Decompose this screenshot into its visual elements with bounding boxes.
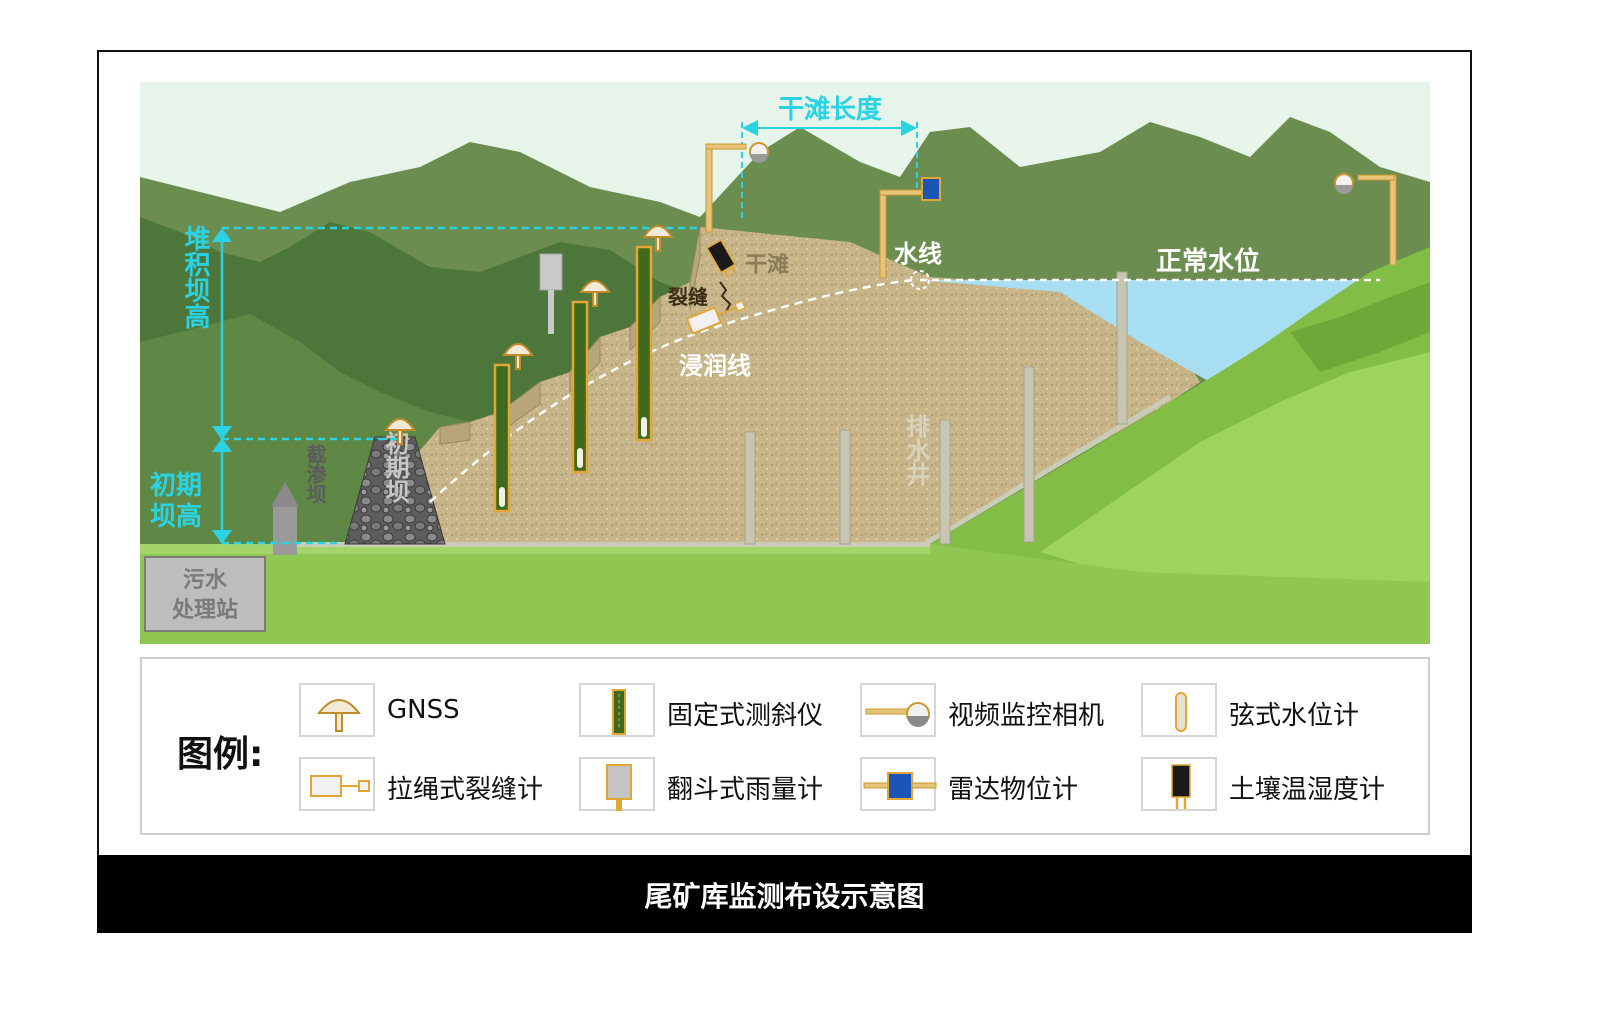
- caption-bar: 尾矿库监测布设示意图: [97, 855, 1472, 933]
- initial-dam-height-label-line1: 初期: [150, 471, 202, 501]
- legend-item-soil-sensor: 土壤温湿度计: [1141, 757, 1411, 813]
- phreatic-line-label: 浸润线: [679, 352, 751, 380]
- inclinometer-icon: [579, 683, 655, 737]
- water-level-meter-icon: [1141, 683, 1217, 737]
- legend-label: GNSS: [387, 695, 460, 725]
- sewage-plant-label-line2: 处理站: [171, 597, 238, 623]
- legend-label: 固定式测斜仪: [667, 701, 824, 731]
- legend-label: 翻斗式雨量计: [667, 775, 824, 805]
- initial-dam-label: 初期坝: [381, 431, 409, 504]
- tailings-dam-scene: 初期坝 截渗坝 污水 处理站 浸润线 正常水位 水线 干滩长度 堆积坝高 初期 …: [140, 82, 1430, 644]
- water-line-label: 水线: [894, 240, 942, 268]
- legend-item-crack-meter: 拉绳式裂缝计: [299, 757, 569, 813]
- radar-level-icon: [860, 757, 937, 811]
- seepage-dam: [273, 507, 297, 555]
- camera-icon: [860, 683, 936, 737]
- sewage-plant-label-line1: 污水: [183, 568, 228, 593]
- legend-item-water-level-meter: 弦式水位计: [1141, 683, 1411, 739]
- crack-meter-icon: [299, 757, 375, 811]
- figure-caption: 尾矿库监测布设示意图: [644, 880, 925, 913]
- legend-item-gnss: GNSS: [299, 683, 569, 739]
- legend-item-radar-level: 雷达物位计: [860, 757, 1130, 813]
- soil-sensor-icon: [1141, 757, 1217, 811]
- legend-label: 拉绳式裂缝计: [387, 775, 544, 805]
- legend-item-camera: 视频监控相机: [860, 683, 1130, 739]
- legend-title: 图例:: [177, 734, 264, 775]
- dry-beach-label: 干滩: [745, 252, 789, 278]
- normal-water-level-label: 正常水位: [1156, 246, 1260, 277]
- dry-beach-length-label: 干滩长度: [778, 94, 882, 125]
- legend-panel: 图例: GNSS 固定式测斜仪 视频监控相机 弦式水位计 拉绳式裂缝计 翻斗式雨…: [140, 657, 1430, 835]
- legend-label: 雷达物位计: [948, 775, 1079, 805]
- gnss-icon: [299, 683, 375, 737]
- crack-label: 裂缝: [668, 285, 708, 309]
- legend-label: 弦式水位计: [1229, 701, 1360, 731]
- initial-dam-height-label-line2: 坝高: [150, 501, 202, 532]
- legend-label: 土壤温湿度计: [1229, 775, 1386, 805]
- seepage-dam-label: 截渗坝: [303, 443, 327, 505]
- drainage-well-label: 排水井: [902, 414, 930, 487]
- legend-label: 视频监控相机: [948, 701, 1105, 731]
- legend-item-inclinometer: 固定式测斜仪: [579, 683, 849, 739]
- rain-gauge-icon: [579, 757, 655, 811]
- legend-item-rain-gauge: 翻斗式雨量计: [579, 757, 849, 813]
- deposit-dam-height-label: 堆积坝高: [180, 225, 210, 329]
